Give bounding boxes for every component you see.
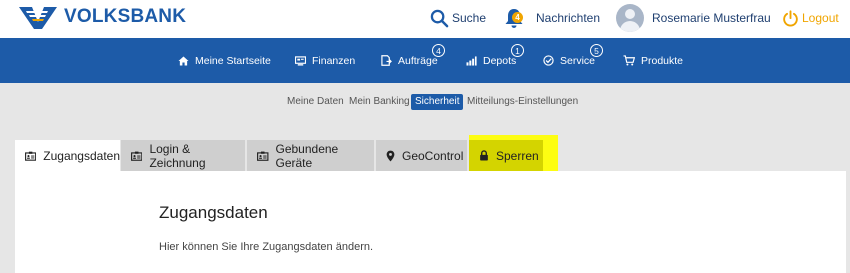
nav-item-finanzen[interactable]: Finanzen: [295, 38, 355, 83]
tab-gebundene-geraete[interactable]: Gebundene Geräte: [247, 140, 374, 171]
top-header: VOLKSBANK Suche 4 Nachrichten Rosemarie …: [0, 0, 850, 38]
volksbank-logo[interactable]: VOLKSBANK: [18, 3, 186, 31]
tab-label: Login & Zeichnung: [149, 141, 206, 170]
tab-label: Zugangsdaten: [43, 148, 120, 163]
notifications-count-badge: 4: [512, 12, 523, 23]
cart-icon: [623, 55, 635, 66]
notifications-icon-wrap: 4: [503, 6, 525, 30]
home-icon: [178, 55, 189, 66]
search-button[interactable]: Suche: [430, 0, 486, 36]
map-pin-icon: [386, 150, 395, 161]
orders-icon: [381, 55, 392, 66]
power-icon: [783, 9, 798, 27]
nav-item-produkte[interactable]: Produkte: [623, 38, 683, 83]
sub-nav: Meine Daten Mein Banking Sicherheit Mitt…: [0, 94, 850, 110]
brand-name: VOLKSBANK: [64, 6, 187, 27]
nav-label: Finanzen: [312, 54, 356, 67]
volksbank-logo-icon: [19, 7, 57, 29]
search-label: Suche: [452, 11, 487, 25]
nav-label: Aufträge: [398, 54, 438, 67]
user-name: Rosemarie Musterfrau: [652, 11, 771, 25]
service-count-badge: 5: [590, 44, 603, 57]
main-nav: Meine Startseite Finanzen Aufträge 4 Dep…: [0, 38, 850, 83]
subnav-item-mitteilungs-einstellungen[interactable]: Mitteilungs-Einstellungen: [467, 94, 578, 110]
chart-icon: [466, 55, 477, 66]
page-title: Zugangsdaten: [159, 203, 268, 222]
content-panel: Zugangsdaten Hier können Sie Ihre Zugang…: [15, 171, 846, 273]
tab-label: GeoControl: [402, 148, 464, 163]
tab-label: Sperren: [496, 148, 539, 163]
id-card-icon: [25, 151, 37, 161]
depots-count-badge: 1: [511, 44, 524, 57]
nav-item-startseite[interactable]: Meine Startseite: [178, 38, 271, 83]
page-description: Hier können Sie Ihre Zugangsdaten ändern…: [159, 241, 374, 253]
subnav-item-mein-banking[interactable]: Mein Banking: [349, 94, 410, 110]
auftraege-count-badge: 4: [432, 44, 445, 57]
finance-icon: [295, 55, 306, 66]
nav-label: Produkte: [641, 54, 684, 67]
tab-label: Gebundene Geräte: [275, 141, 339, 170]
nav-item-service[interactable]: Service: [543, 38, 595, 83]
nav-label: Service: [560, 54, 596, 67]
notifications-button[interactable]: 4 Nachrichten: [503, 0, 600, 36]
check-circle-icon: [543, 55, 554, 66]
user-menu[interactable]: Rosemarie Musterfrau: [616, 0, 771, 36]
avatar: [616, 4, 644, 32]
lock-icon: [480, 150, 488, 161]
subnav-item-sicherheit[interactable]: Sicherheit: [411, 94, 464, 110]
notifications-label: Nachrichten: [536, 11, 601, 25]
settings-tabs: Zugangsdaten Login & Zeichnung Gebundene…: [0, 140, 850, 171]
nav-label: Meine Startseite: [195, 54, 271, 67]
search-icon: [430, 9, 449, 27]
subnav-item-meine-daten[interactable]: Meine Daten: [287, 94, 344, 110]
logout-label: Logout: [802, 11, 839, 25]
id-card-icon: [131, 151, 143, 161]
tab-geocontrol[interactable]: GeoControl: [376, 140, 467, 171]
tab-login-zeichnung[interactable]: Login & Zeichnung: [121, 140, 245, 171]
id-card-icon: [257, 151, 269, 161]
nav-label: Depots: [483, 54, 517, 67]
logout-button[interactable]: Logout: [782, 0, 839, 36]
tab-zugangsdaten[interactable]: Zugangsdaten: [15, 140, 120, 171]
nav-item-depots[interactable]: Depots: [466, 38, 516, 83]
tab-sperren[interactable]: Sperren: [469, 140, 543, 171]
nav-item-auftraege[interactable]: Aufträge: [381, 38, 438, 83]
